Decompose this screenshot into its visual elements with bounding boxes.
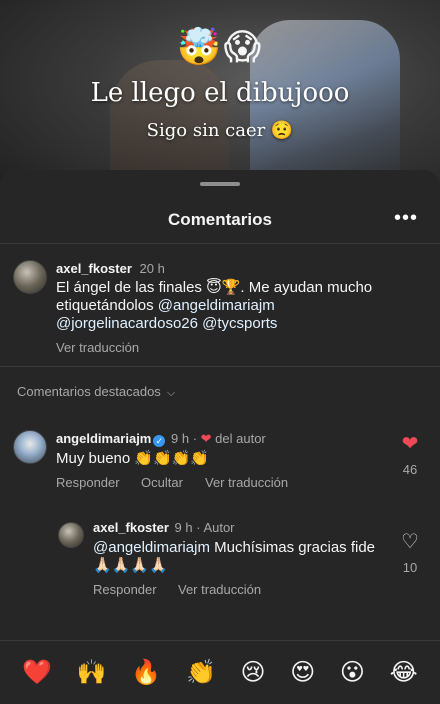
sheet-grabber[interactable] (200, 182, 240, 186)
avatar[interactable] (13, 260, 47, 294)
comment-username[interactable]: axel_fkoster (56, 261, 132, 276)
emoji-quick-bar: ❤️ 🙌 🔥 👏 😢 😍 😮 😂 (0, 640, 440, 704)
comment-username[interactable]: axel_fkoster (93, 520, 169, 535)
author-label: Autor (203, 520, 235, 535)
story-subline: Sigo sin caer 😟 (146, 120, 294, 141)
emoji-raised-hands-button[interactable]: 🙌 (77, 658, 107, 687)
mention-link[interactable]: @angeldimariajm (158, 297, 275, 314)
chevron-down-icon: ⌵ (166, 387, 176, 399)
comment-text-prefix: etiquetándolos (56, 297, 158, 314)
emoji-clap-button[interactable]: 👏 (186, 658, 216, 687)
emoji-surprised-button[interactable]: 😮 (340, 658, 365, 687)
reply-text-body: Muchísimas gracias fide (209, 539, 376, 556)
comment-meta: axel_fkoster 20 h (56, 261, 165, 276)
comment-meta: angeldimariajm ✓ 9 h · ❤ del autor (56, 431, 266, 447)
sheet-title: Comentarios (168, 210, 272, 229)
comment-time: 20 h (139, 261, 165, 276)
emoji-fire-button[interactable]: 🔥 (131, 658, 161, 687)
comment-item: axel_fkoster 20 h El ángel de las finale… (0, 258, 440, 358)
comment-time: 9 h (174, 520, 193, 535)
featured-comments-toggle[interactable]: Comentarios destacados ⌵ (17, 384, 175, 400)
reply-text-line1: @angeldimariajm Muchísimas gracias fide (93, 539, 393, 557)
heart-filled-icon[interactable]: ❤ (395, 434, 425, 454)
story-headline: Le llego el dibujooo (90, 78, 350, 108)
reply-text-line2: 🙏🏻🙏🏻🙏🏻🙏🏻 (93, 557, 168, 574)
comment-text: @angeldimariajm Muchísimas gracias fide … (93, 539, 393, 575)
comment-text-line1: El ángel de las finales 😇🏆. Me ayudan mu… (56, 279, 373, 296)
see-translation-link[interactable]: Ver traducción (178, 582, 261, 597)
section-divider (0, 366, 440, 367)
comments-sheet: Comentarios ••• axel_fkoster 20 h El áng… (0, 170, 440, 704)
comment-text-line3: @jorgelinacardoso26 @tycsports (56, 315, 396, 333)
hide-button[interactable]: Ocultar (141, 475, 183, 490)
like-count: 46 (402, 462, 418, 477)
avatar[interactable] (13, 430, 47, 464)
more-options-button[interactable]: ••• (394, 208, 418, 228)
see-translation-link[interactable]: Ver traducción (56, 340, 139, 355)
comment-username[interactable]: angeldimariajm (56, 431, 151, 446)
story-emojis: 🤯😱 (176, 26, 264, 67)
like-control: ❤ 46 (395, 434, 425, 477)
liked-by-author-label: del autor (215, 431, 266, 446)
like-control: ♡ 10 (395, 532, 425, 575)
emoji-laughing-button[interactable]: 😂 (390, 658, 418, 687)
reply-button[interactable]: Responder (56, 475, 120, 490)
mention-link[interactable]: @angeldimariajm (93, 539, 210, 556)
mention-link[interactable]: @jorgelinacardoso26 (56, 315, 198, 332)
reply-item: axel_fkoster 9 h · Autor @angeldimariajm… (0, 520, 440, 600)
like-count: 10 (402, 560, 418, 575)
author-heart-icon: ❤ (200, 431, 212, 446)
reply-button[interactable]: Responder (93, 582, 157, 597)
sheet-header: Comentarios ••• (0, 202, 440, 242)
comment-time: 9 h (171, 431, 190, 446)
emoji-heart-button[interactable]: ❤️ (22, 658, 52, 687)
comment-meta: axel_fkoster 9 h · Autor (93, 520, 235, 535)
header-divider (0, 243, 440, 244)
heart-outline-icon[interactable]: ♡ (395, 532, 425, 552)
comment-text-line2: etiquetándolos @angeldimariajm (56, 297, 396, 315)
verified-badge-icon: ✓ (153, 435, 166, 447)
avatar[interactable] (58, 522, 84, 548)
comment-text: El ángel de las finales 😇🏆. Me ayudan mu… (56, 279, 396, 333)
comment-text: Muy bueno 👏👏👏👏 (56, 450, 210, 467)
mention-link[interactable]: @tycsports (202, 315, 277, 332)
comment-item: angeldimariajm ✓ 9 h · ❤ del autor Muy bu… (0, 428, 440, 498)
featured-comments-label: Comentarios destacados (17, 384, 161, 399)
emoji-heart-eyes-button[interactable]: 😍 (290, 658, 315, 687)
see-translation-link[interactable]: Ver traducción (205, 475, 288, 490)
emoji-crying-button[interactable]: 😢 (241, 658, 266, 687)
